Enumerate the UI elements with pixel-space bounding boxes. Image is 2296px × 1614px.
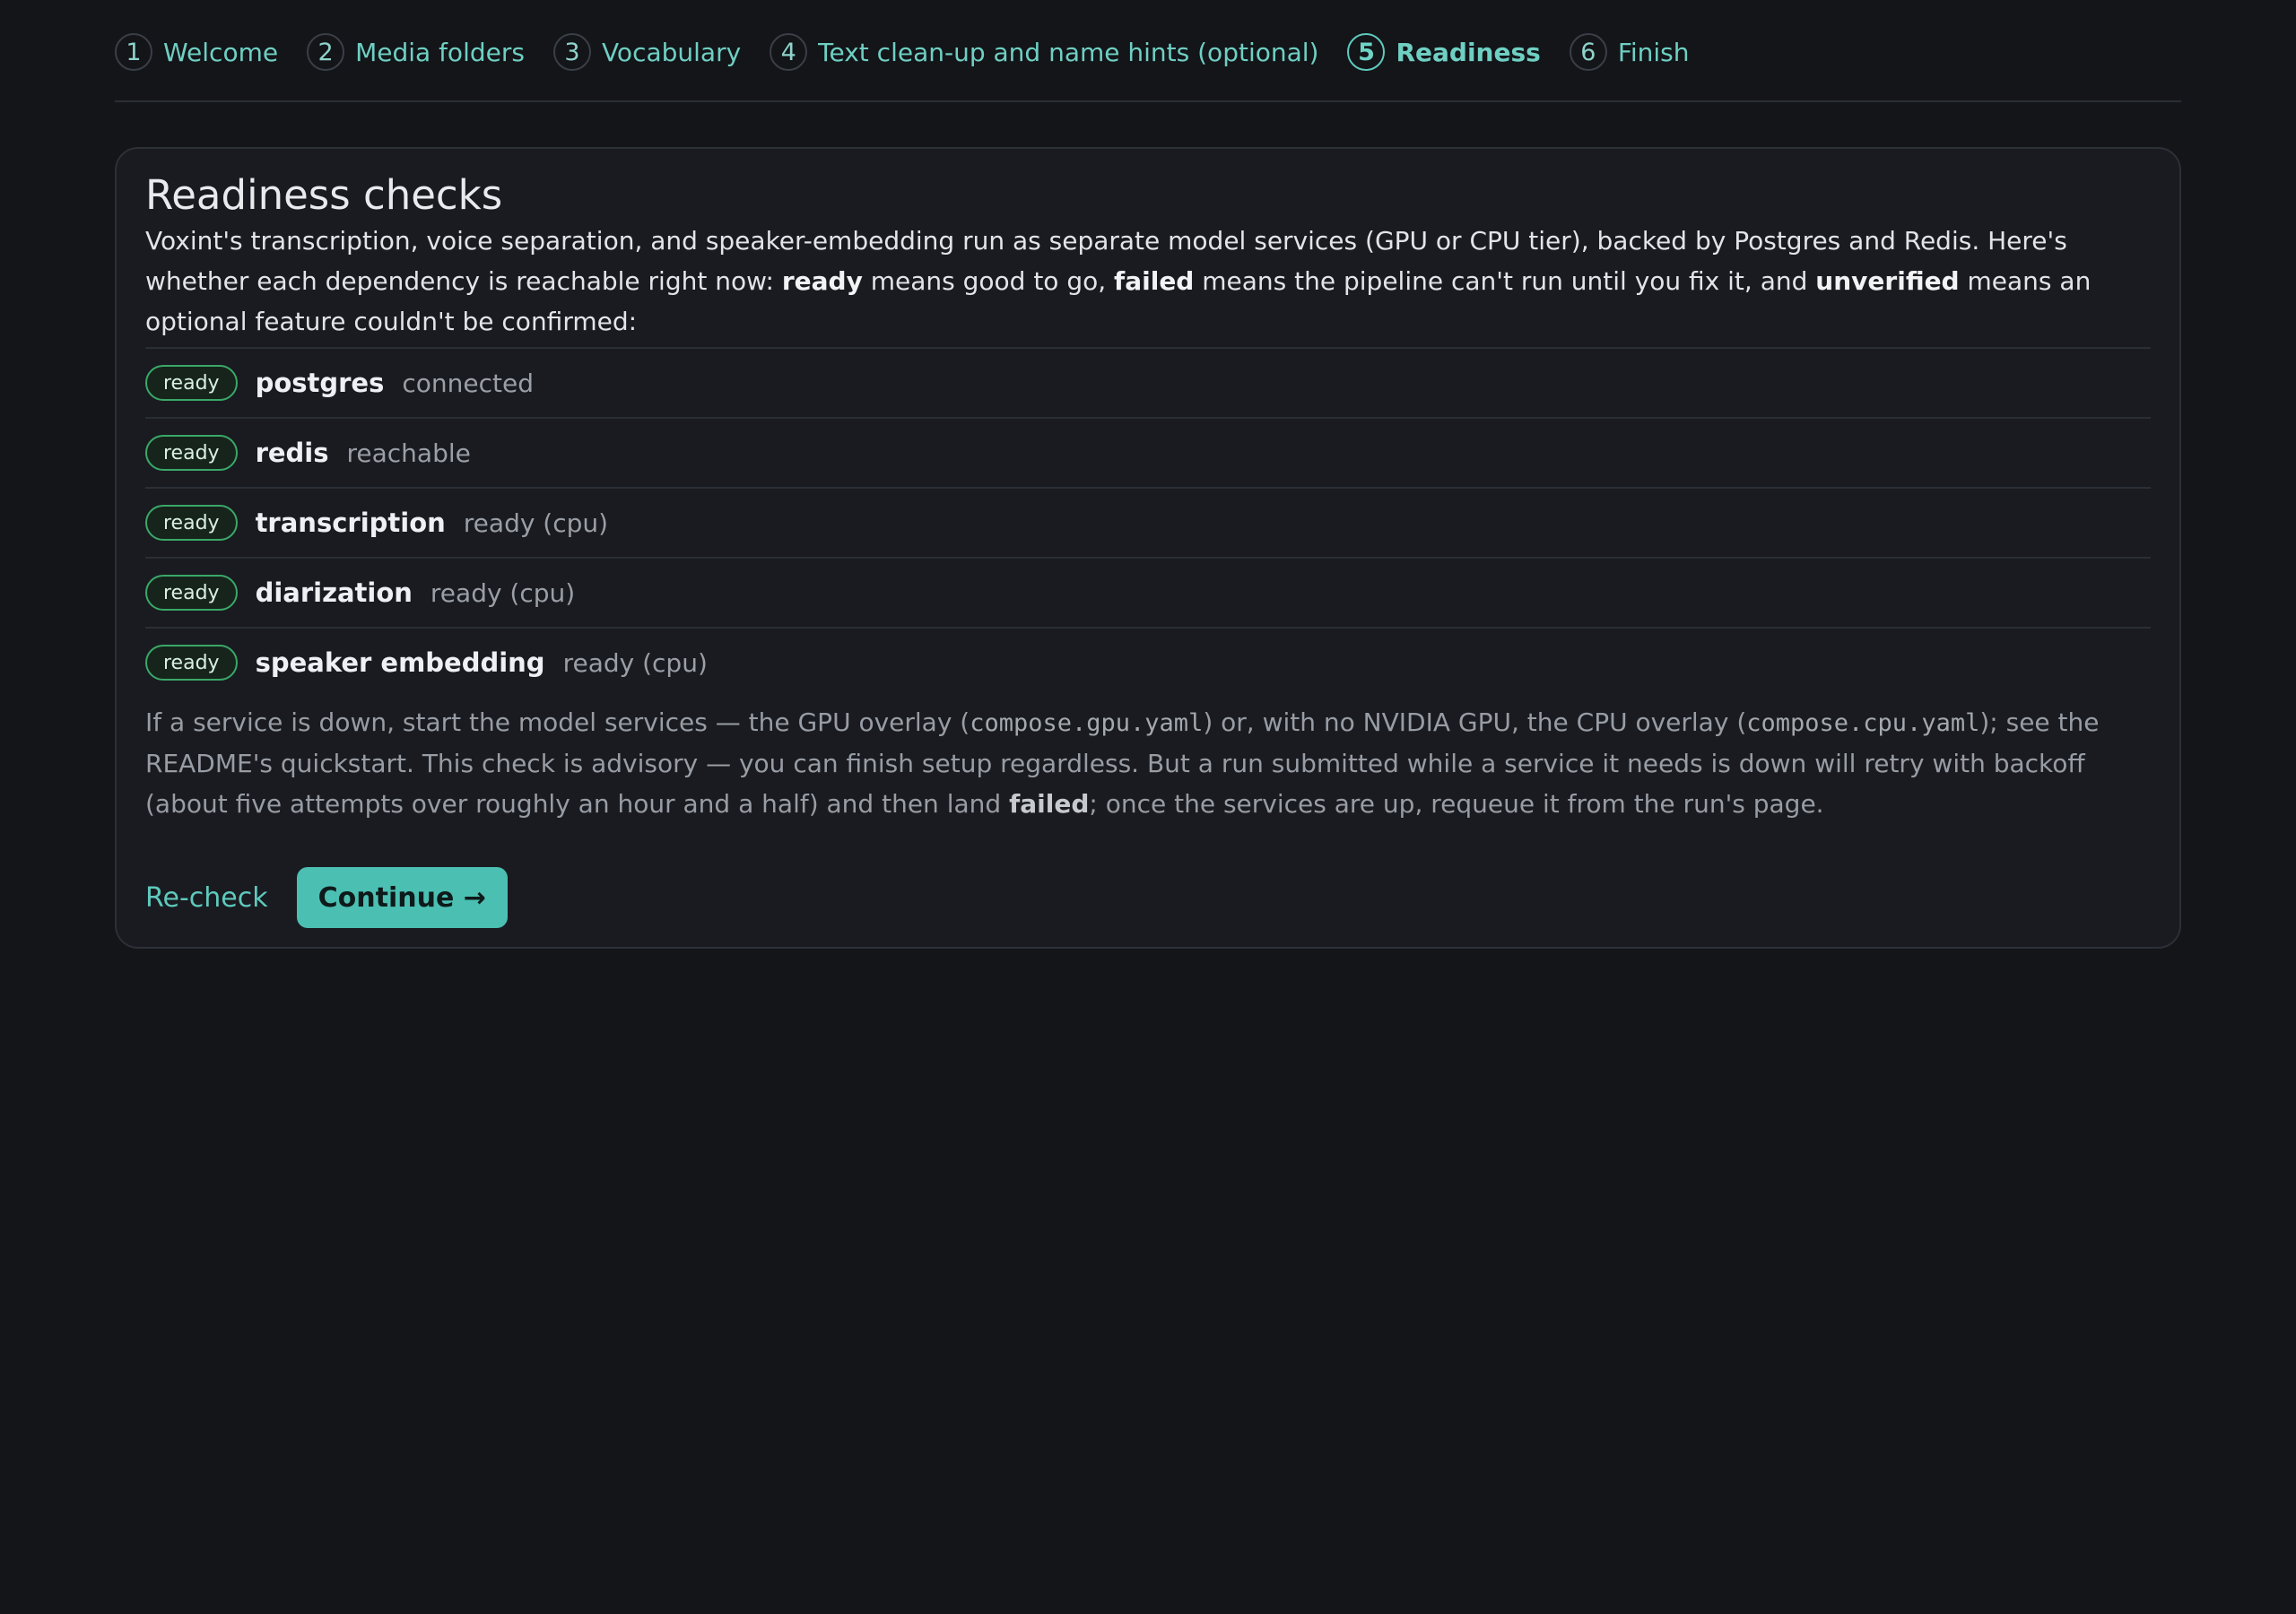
- step-label: Vocabulary: [601, 37, 742, 67]
- check-row-speaker-embedding: ready speaker embedding ready (cpu): [145, 627, 2151, 697]
- check-detail: ready (cpu): [562, 647, 708, 678]
- failed-term: failed: [1009, 789, 1090, 819]
- check-row-postgres: ready postgres connected: [145, 347, 2151, 417]
- card-title: Readiness checks: [145, 171, 503, 219]
- note-part: ; once the services are up, requeue it f…: [1089, 789, 1824, 819]
- step-number: 3: [552, 33, 591, 71]
- step-label: Finish: [1617, 37, 1690, 67]
- step-label: Welcome: [163, 37, 279, 67]
- note-part: ) or, with no NVIDIA GPU, the CPU overla…: [1203, 707, 1747, 737]
- check-detail: ready (cpu): [463, 508, 609, 538]
- ready-term: ready: [781, 266, 863, 296]
- check-name: speaker embedding: [255, 647, 545, 678]
- check-row-redis: ready redis reachable: [145, 417, 2151, 487]
- status-badge: ready: [145, 575, 238, 611]
- status-badge: ready: [145, 435, 238, 471]
- intro-part: means good to go,: [862, 266, 1115, 296]
- readiness-card: Readiness checks Voxint's transcription,…: [115, 147, 2181, 949]
- intro-part: means the pipeline can't run until you f…: [1194, 266, 1816, 296]
- step-number: 6: [1569, 33, 1607, 71]
- setup-stepper: 1 Welcome 2 Media folders 3 Vocabulary 4…: [115, 0, 2181, 102]
- note-part: If a service is down, start the model se…: [145, 707, 970, 737]
- check-name: transcription: [255, 508, 446, 538]
- check-detail: reachable: [346, 438, 471, 468]
- check-row-transcription: ready transcription ready (cpu): [145, 487, 2151, 557]
- step-text-cleanup[interactable]: 4 Text clean-up and name hints (optional…: [770, 33, 1318, 71]
- setup-wizard: 1 Welcome 2 Media folders 3 Vocabulary 4…: [115, 0, 2181, 949]
- check-detail: connected: [402, 368, 534, 398]
- check-name: postgres: [255, 368, 385, 398]
- step-label: Media folders: [355, 37, 525, 67]
- step-number: 5: [1347, 33, 1386, 71]
- step-number: 4: [770, 33, 808, 71]
- step-readiness[interactable]: 5 Readiness: [1347, 33, 1541, 71]
- step-number: 1: [115, 33, 152, 71]
- unverified-term: unverified: [1815, 266, 1960, 296]
- card-actions: Re-check Continue →: [145, 867, 2151, 928]
- step-welcome[interactable]: 1 Welcome: [115, 33, 278, 71]
- step-vocabulary[interactable]: 3 Vocabulary: [552, 33, 742, 71]
- gpu-compose-file: compose.gpu.yaml: [970, 709, 1204, 737]
- step-number: 2: [307, 33, 345, 71]
- failed-term: failed: [1114, 266, 1195, 296]
- intro-text: Voxint's transcription, voice separation…: [145, 221, 2151, 342]
- step-media-folders[interactable]: 2 Media folders: [307, 33, 525, 71]
- continue-button[interactable]: Continue →: [296, 867, 508, 928]
- check-name: redis: [255, 438, 329, 468]
- step-label: Text clean-up and name hints (optional): [818, 37, 1319, 67]
- step-finish[interactable]: 6 Finish: [1569, 33, 1690, 71]
- status-badge: ready: [145, 645, 238, 681]
- recheck-link[interactable]: Re-check: [145, 882, 268, 914]
- advisory-note: If a service is down, start the model se…: [145, 702, 2151, 824]
- checks-list: ready postgres connected ready redis rea…: [145, 347, 2151, 697]
- check-detail: ready (cpu): [430, 577, 576, 608]
- step-label: Readiness: [1396, 37, 1541, 67]
- status-badge: ready: [145, 505, 238, 541]
- check-row-diarization: ready diarization ready (cpu): [145, 557, 2151, 627]
- cpu-compose-file: compose.cpu.yaml: [1746, 709, 1980, 737]
- status-badge: ready: [145, 365, 238, 401]
- check-name: diarization: [255, 577, 413, 608]
